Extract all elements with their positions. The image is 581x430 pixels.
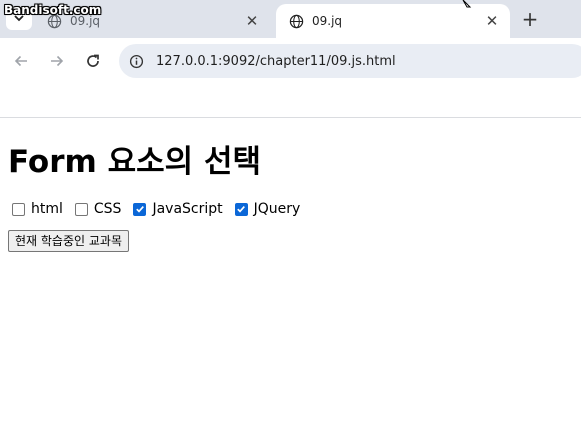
checkbox-javascript[interactable]: JavaScript: [129, 201, 223, 217]
checkbox-html[interactable]: html: [8, 201, 63, 217]
new-tab-button[interactable]: +: [518, 7, 542, 31]
page-content: Form 요소의 선택 html CSS JavaScript JQuery 현…: [8, 119, 581, 252]
checkmark-icon: [136, 206, 144, 213]
bookmark-bar: [0, 84, 581, 118]
checkbox-box[interactable]: [74, 202, 88, 216]
checkbox-group: html CSS JavaScript JQuery: [8, 199, 581, 219]
checkbox-label: JavaScript: [152, 201, 223, 217]
forward-button[interactable]: [45, 49, 69, 73]
checkbox-label: CSS: [93, 201, 122, 217]
checkbox-box[interactable]: [234, 202, 248, 216]
close-icon[interactable]: ✕: [242, 11, 262, 31]
globe-icon: [288, 13, 304, 29]
checkmark-icon: [237, 206, 246, 213]
site-info-icon[interactable]: [124, 49, 148, 73]
arrow-right-icon: [51, 55, 64, 67]
current-courses-button[interactable]: 현재 학습중인 교과목: [8, 230, 129, 252]
browser-toolbar: 127.0.0.1:9092/chapter11/09.js.html: [0, 38, 581, 84]
back-button[interactable]: [9, 49, 33, 73]
arrow-left-icon: [14, 55, 27, 67]
checkbox-label: html: [31, 201, 63, 217]
url-text: 127.0.0.1:9092/chapter11/09.js.html: [156, 53, 396, 69]
checkbox-label: JQuery: [253, 201, 301, 217]
checkbox-css[interactable]: CSS: [71, 201, 122, 217]
tab-active[interactable]: 09.jq ✕: [276, 4, 510, 38]
reload-button[interactable]: [81, 49, 105, 73]
checkbox-box[interactable]: [133, 202, 147, 216]
watermark: Bandisoft.com: [4, 3, 102, 17]
reload-icon: [87, 54, 99, 67]
address-bar[interactable]: 127.0.0.1:9092/chapter11/09.js.html: [119, 44, 581, 78]
tab-title: 09.jq: [312, 14, 343, 28]
page-heading: Form 요소의 선택: [8, 144, 261, 180]
tab-bar: 09.jq ✕ 09.jq ✕ + Bandisoft.com: [0, 0, 581, 38]
checkbox-box[interactable]: [12, 202, 25, 216]
checkbox-jquery[interactable]: JQuery: [231, 201, 301, 217]
mouse-cursor-icon: [462, 0, 472, 8]
close-icon[interactable]: ✕: [482, 11, 502, 31]
